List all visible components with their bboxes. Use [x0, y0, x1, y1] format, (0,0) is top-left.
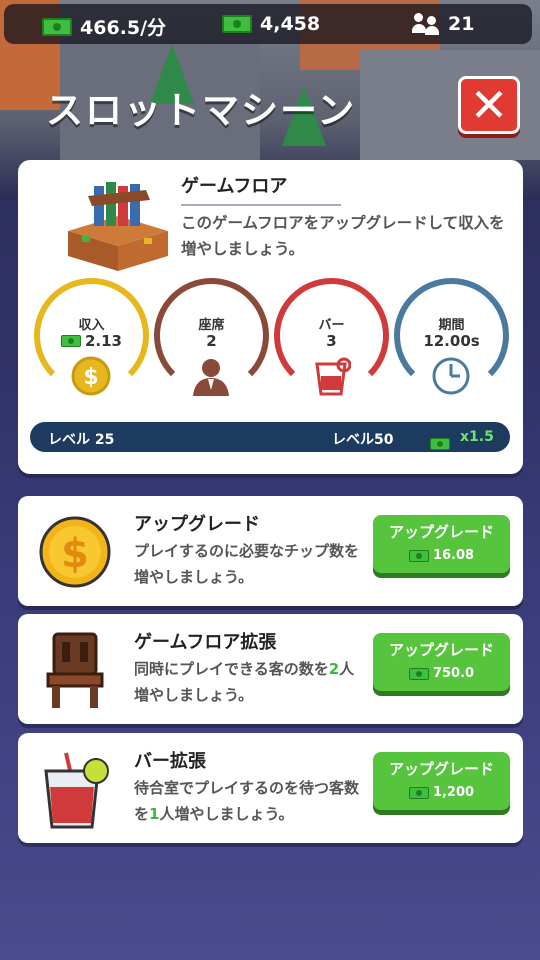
- upgrade-button-label: アップグレード: [388, 523, 494, 541]
- upgrade-description: プレイするのに必要なチップ数を増やしましょう。: [134, 542, 360, 586]
- visitor-count: 21: [412, 13, 474, 35]
- floor-description: このゲームフロアをアップグレードして収入を増やしましょう。: [181, 214, 505, 258]
- upgrade-button-label: アップグレード: [388, 760, 494, 778]
- upgrade-button-label: アップグレード: [388, 641, 494, 659]
- level-progress-bar: レベル 25 レベル50 x1.5: [30, 422, 510, 452]
- cash-icon: [60, 335, 81, 347]
- upgrade-row-chips: $ アップグレード プレイするのに必要なチップ数を増やしましょう。 アップグレー…: [18, 496, 523, 606]
- upgrade-cost: 750.0: [373, 666, 510, 681]
- floor-info-card: ゲームフロア このゲームフロアをアップグレードして収入を増やしましょう。 収入 …: [18, 160, 523, 474]
- duration-label: 期間: [438, 318, 465, 333]
- cash-icon: [222, 15, 252, 33]
- visitor-count-value: 21: [448, 13, 475, 35]
- income-multiplier: x1.5: [460, 429, 494, 445]
- dollar-coin-icon: $: [71, 356, 111, 396]
- cash-balance-value: 4,458: [260, 13, 321, 35]
- cash-icon: [408, 786, 429, 799]
- cost-value: 16.08: [432, 548, 475, 563]
- svg-text:$: $: [83, 365, 98, 390]
- cash-icon: [408, 549, 429, 562]
- upgrade-row-floor-expand: ゲームフロア拡張 同時にプレイできる客の数を2人増やしましょう。 アップグレード…: [18, 614, 523, 724]
- upgrade-title: ゲームフロア拡張: [134, 632, 277, 653]
- duration-value: 12.00s: [423, 332, 480, 350]
- close-button[interactable]: ✕: [458, 76, 520, 134]
- upgrade-cost: 1,200: [373, 785, 510, 800]
- floor-title: ゲームフロア: [181, 172, 341, 206]
- bar-label: バー: [318, 318, 345, 333]
- upgrade-description: 待合室でプレイするのを待つ客数を1人増やしましょう。: [134, 779, 360, 823]
- target-level: レベル50: [332, 432, 394, 448]
- seats-value: 2: [206, 332, 217, 350]
- clock-icon: [432, 357, 470, 395]
- upgrade-bar-expand-button[interactable]: アップグレード 1,200: [373, 752, 510, 810]
- upgrade-title: バー拡張: [134, 751, 206, 772]
- income-label: 収入: [78, 318, 105, 333]
- svg-text:$: $: [61, 531, 89, 577]
- income-value: 2.13: [34, 332, 149, 350]
- cocktail-glass-icon: [44, 752, 109, 829]
- income-amount: 2.13: [84, 332, 122, 350]
- drink-glass-icon: [315, 357, 351, 396]
- income-rate: 466.5/分: [42, 13, 166, 40]
- chair-icon: [46, 632, 104, 708]
- upgrade-row-bar-expand: バー拡張 待合室でプレイするのを待つ客数を1人増やしましょう。 アップグレード …: [18, 733, 523, 843]
- cash-balance: 4,458: [222, 13, 320, 35]
- upgrade-chips-button[interactable]: アップグレード 16.08: [373, 515, 510, 573]
- upgrade-floor-expand-button[interactable]: アップグレード 750.0: [373, 633, 510, 691]
- seats-label: 座席: [198, 318, 225, 333]
- person-icon: [193, 359, 229, 396]
- upgrade-cost: 16.08: [373, 548, 510, 563]
- bar-value: 3: [326, 332, 337, 350]
- status-bar: 466.5/分 4,458 21: [4, 4, 532, 44]
- game-floor-icon: [68, 182, 168, 271]
- people-icon: [412, 13, 440, 35]
- close-icon: ✕: [469, 78, 509, 132]
- income-rate-value: 466.5/分: [80, 17, 167, 39]
- page-title: スロットマシーン: [46, 89, 357, 132]
- gold-coin-icon: $: [39, 516, 111, 588]
- cash-icon: [408, 667, 429, 680]
- cost-value: 1,200: [432, 785, 475, 800]
- cash-icon: [42, 17, 72, 36]
- upgrade-title: アップグレード: [134, 514, 260, 535]
- cost-value: 750.0: [432, 666, 475, 681]
- current-level: レベル 25: [48, 432, 115, 448]
- upgrade-description: 同時にプレイできる客の数を2人増やしましょう。: [134, 660, 355, 704]
